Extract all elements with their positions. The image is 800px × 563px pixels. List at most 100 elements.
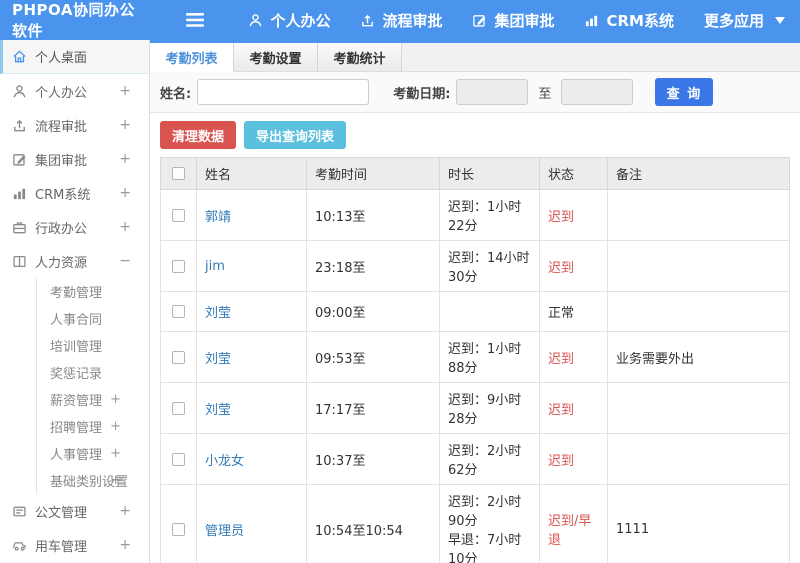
sidebar-item-label: 培训管理	[50, 340, 103, 355]
expand-icon[interactable]: +	[110, 446, 121, 461]
employee-name-link[interactable]: 刘莹	[196, 382, 307, 434]
column-header: 时长	[439, 157, 540, 190]
table-row: 刘莹 09:53至 迟到：1小时88分 迟到 业务需要外出	[160, 331, 790, 383]
sidebar-item[interactable]: 集团审批 +	[0, 142, 149, 176]
nav-item-label: 集团审批	[494, 11, 555, 30]
row-checkbox[interactable]	[172, 259, 185, 273]
search-button[interactable]: 查 询	[655, 78, 714, 106]
nav-item[interactable]: 个人办公	[248, 10, 330, 31]
row-checkbox[interactable]	[172, 452, 185, 466]
nav-item[interactable]: 流程审批	[360, 10, 442, 31]
note	[607, 189, 790, 241]
sidebar-item[interactable]: 个人办公 +	[0, 74, 149, 108]
sidebar-item[interactable]: 个人桌面	[0, 40, 149, 74]
column-header: 备注	[607, 157, 790, 190]
sidebar-item[interactable]: 人力资源 −	[0, 244, 149, 278]
nav-item-label: 更多应用	[703, 11, 764, 30]
attendance-time: 09:53至	[306, 331, 440, 383]
name-filter-input[interactable]	[197, 79, 370, 105]
tab[interactable]: 考勤列表	[150, 43, 234, 72]
sidebar-item-label: 集团审批	[35, 153, 88, 169]
top-nav: 个人办公 流程审批 集团审批 CRM系统 更多应用	[233, 10, 800, 31]
expand-icon[interactable]: +	[110, 419, 121, 434]
date-to-input[interactable]	[561, 79, 634, 105]
table-row: jim 23:18至 迟到：14小时30分 迟到	[160, 240, 790, 292]
expand-icon[interactable]: +	[119, 185, 131, 201]
select-all-checkbox[interactable]	[172, 167, 185, 180]
tab[interactable]: 考勤设置	[234, 43, 318, 71]
sidebar-item-label: CRM系统	[35, 187, 91, 203]
date-from-input[interactable]	[456, 79, 529, 105]
sidebar-item-label: 公文管理	[35, 505, 88, 521]
sidebar-item[interactable]: CRM系统 +	[0, 176, 149, 210]
status-badge: 迟到/早退	[539, 484, 608, 563]
status-badge: 迟到	[539, 189, 608, 241]
collapse-icon[interactable]: −	[119, 253, 131, 269]
expand-icon[interactable]: +	[110, 473, 121, 488]
expand-icon[interactable]: +	[110, 392, 121, 407]
sidebar-subitem[interactable]: 基础类别设置 +	[36, 467, 149, 494]
row-checkbox[interactable]	[172, 305, 185, 318]
export-list-button[interactable]: 导出查询列表	[244, 121, 347, 149]
nav-item-label: CRM系统	[606, 11, 674, 30]
expand-icon[interactable]: +	[119, 503, 131, 519]
expand-icon[interactable]: +	[119, 151, 131, 167]
employee-name-link[interactable]: jim	[196, 240, 307, 292]
caret-down-icon	[775, 16, 785, 24]
note	[607, 433, 790, 485]
app-title: PHPOA协同办公软件	[12, 1, 135, 40]
expand-icon[interactable]: +	[119, 537, 131, 553]
column-header: 状态	[539, 157, 608, 190]
nav-item-label: 流程审批	[382, 11, 443, 30]
sidebar-subitem[interactable]: 考勤管理	[36, 278, 149, 305]
employee-name-link[interactable]: 管理员	[196, 484, 307, 563]
nav-item[interactable]: 更多应用	[704, 10, 785, 31]
car-icon	[12, 538, 32, 553]
sidebar-subitem[interactable]: 人事管理 +	[36, 440, 149, 467]
row-checkbox[interactable]	[172, 401, 185, 415]
employee-name-link[interactable]: 郭靖	[196, 189, 307, 241]
row-checkbox[interactable]	[172, 350, 185, 364]
tab[interactable]: 考勤统计	[318, 43, 402, 71]
employee-name-link[interactable]: 刘莹	[196, 331, 307, 383]
note	[607, 291, 790, 332]
sidebar-subitem[interactable]: 人事合同	[36, 305, 149, 332]
sidebar-item[interactable]: 用车管理 +	[0, 528, 149, 562]
column-header: 考勤时间	[306, 157, 440, 190]
briefcase-icon	[12, 220, 32, 235]
sidebar-subitem[interactable]: 薪资管理 +	[36, 386, 149, 413]
sidebar-item-label: 个人办公	[35, 85, 88, 101]
main-content: 考勤列表 考勤设置 考勤统计 姓名: 考勤日期: 至 查 询 清理数据 导出查询列表…	[150, 40, 800, 563]
nav-item[interactable]: 集团审批	[472, 10, 554, 31]
table-row: 管理员 10:54至10:54 迟到：2小时90分 早退：7小时10分 迟到/早退 11…	[160, 484, 790, 563]
chart-icon	[584, 13, 599, 28]
expand-icon[interactable]: +	[119, 117, 131, 133]
attendance-time: 09:00至	[306, 291, 440, 332]
note	[607, 382, 790, 434]
sidebar-item[interactable]: 公文管理 +	[0, 494, 149, 528]
sidebar-item-label: 人力资源	[35, 255, 88, 271]
attendance-time: 17:17至	[306, 382, 440, 434]
row-checkbox[interactable]	[172, 522, 185, 536]
sidebar-subitem[interactable]: 招聘管理 +	[36, 413, 149, 440]
employee-name-link[interactable]: 小龙女	[196, 433, 307, 485]
sidebar-item[interactable]: 行政办公 +	[0, 210, 149, 244]
note	[607, 240, 790, 292]
note: 1111	[607, 484, 790, 563]
status-badge: 迟到	[539, 382, 608, 434]
expand-icon[interactable]: +	[119, 219, 131, 235]
clean-data-button[interactable]: 清理数据	[160, 121, 237, 149]
employee-name-link[interactable]: 刘莹	[196, 291, 307, 332]
name-filter-label: 姓名:	[160, 86, 192, 102]
hamburger-icon[interactable]	[177, 13, 213, 27]
expand-icon[interactable]: +	[119, 83, 131, 99]
nav-item[interactable]: CRM系统	[584, 10, 674, 31]
sidebar-item-label: 行政办公	[35, 221, 88, 237]
status-badge: 正常	[539, 291, 608, 332]
row-checkbox[interactable]	[172, 208, 185, 222]
edit-icon	[472, 13, 487, 28]
sidebar-subitem[interactable]: 培训管理	[36, 332, 149, 359]
duration: 迟到：1小时88分	[439, 331, 540, 383]
sidebar-subitem[interactable]: 奖惩记录	[36, 359, 149, 386]
sidebar-item[interactable]: 流程审批 +	[0, 108, 149, 142]
